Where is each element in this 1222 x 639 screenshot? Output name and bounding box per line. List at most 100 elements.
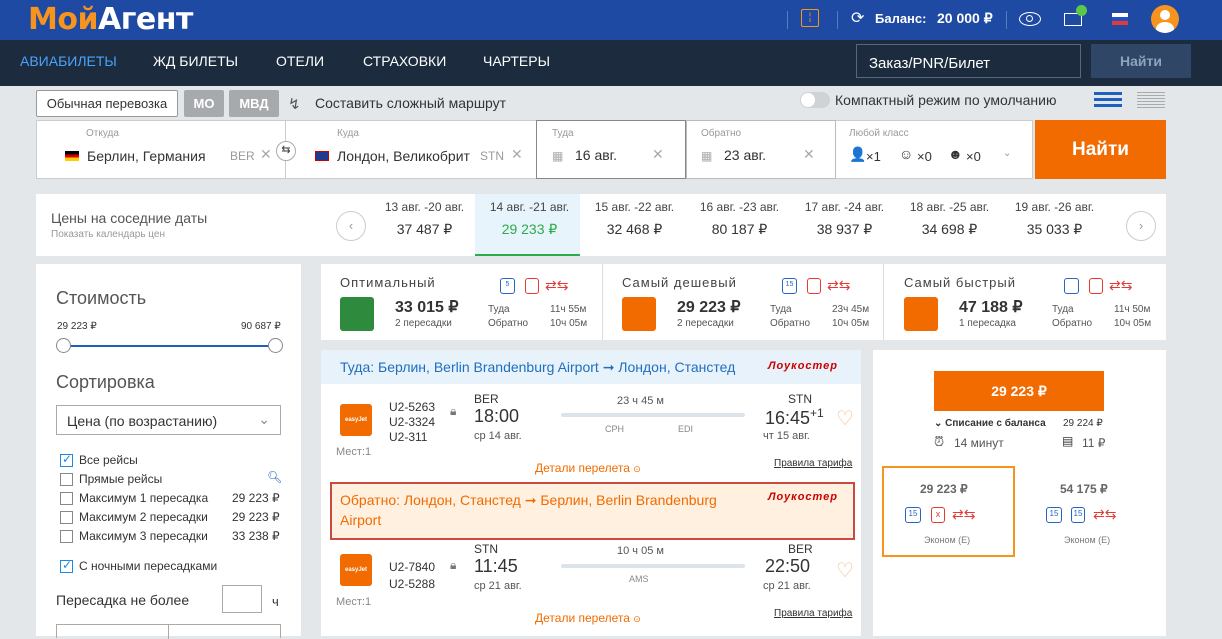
next-dates-icon[interactable]: ›	[1126, 211, 1156, 241]
mvd-button[interactable]: МВД	[229, 90, 279, 117]
adults-count[interactable]: ×1	[866, 149, 881, 164]
compact-toggle[interactable]	[800, 92, 830, 108]
refresh-icon[interactable]: ⟳	[851, 8, 864, 28]
document-icon[interactable]: ¦	[801, 9, 819, 27]
swap-icon[interactable]: ⇆	[276, 141, 296, 161]
children-count[interactable]: ×0	[917, 149, 932, 164]
stop-code: AMS	[629, 574, 649, 584]
eye-icon[interactable]	[1019, 12, 1041, 26]
fare1-class: Эконом (E)	[924, 535, 971, 545]
chevron-down-icon: ⊙	[633, 464, 641, 474]
nav-rail[interactable]: ЖД БИЛЕТЫ	[153, 53, 238, 69]
summary-label: Туда	[488, 304, 510, 315]
date-option[interactable]: 19 авг. -26 авг. 35 033 ₽	[1002, 200, 1107, 238]
outbound-rules-link[interactable]: Правила тарифа	[774, 458, 852, 469]
inbound-arr-code: BER	[788, 542, 813, 556]
order-find-button[interactable]: Найти	[1091, 44, 1191, 78]
night-checkbox[interactable]	[60, 558, 73, 573]
date-option[interactable]: 15 авг. -22 авг. 32 468 ₽	[582, 200, 687, 238]
chevron-down-icon[interactable]: ⌄	[1003, 148, 1011, 159]
inbound-flight-numbers: U2-7840 U2-5288	[389, 559, 435, 593]
date-price: 34 698 ₽	[921, 221, 978, 237]
date-option[interactable]: 18 авг. -25 авг. 34 698 ₽	[897, 200, 1002, 238]
summary-price[interactable]: 33 015 ₽	[395, 297, 459, 317]
stop-code: CPH	[605, 424, 625, 434]
summary-label: Обратно	[770, 318, 811, 329]
max2-label: Максимум 2 пересадки	[79, 510, 208, 524]
flag-ru-icon[interactable]	[1112, 13, 1128, 25]
date-option[interactable]: 14 авг. -21 авг. 29 233 ₽	[477, 200, 582, 238]
luggage-icon: 15	[905, 507, 921, 523]
prev-dates-icon[interactable]: ‹	[336, 211, 366, 241]
heart-icon[interactable]: ♡	[836, 558, 854, 583]
exchange-icon: ⇄⇆	[827, 277, 851, 293]
max1-checkbox[interactable]	[60, 492, 73, 505]
max3-checkbox[interactable]	[60, 530, 73, 543]
from-clear-icon[interactable]: ✕	[260, 146, 272, 163]
return-clear-icon[interactable]: ✕	[803, 146, 815, 163]
date-option[interactable]: 16 авг. -23 авг. 80 187 ₽	[687, 200, 792, 238]
max2-price: 29 223 ₽	[232, 510, 280, 524]
cost-slider-min-handle[interactable]	[56, 338, 71, 353]
summary-title: Самый дешевый	[622, 275, 737, 290]
alarm-clock-icon: ⏰︎	[934, 434, 945, 449]
inbound-details-link[interactable]: Детали перелета ⊙	[535, 611, 641, 625]
direct-checkbox[interactable]	[60, 473, 73, 486]
airline-logo	[340, 297, 374, 331]
normal-transport-button[interactable]: Обычная перевозка	[36, 90, 178, 117]
nav-charters[interactable]: ЧАРТЕРЫ	[483, 53, 550, 69]
date-option[interactable]: 13 авг. -20 авг. 37 487 ₽	[372, 200, 477, 238]
summary-price[interactable]: 47 188 ₽	[959, 297, 1023, 317]
inbound-rules-link[interactable]: Правила тарифа	[774, 608, 852, 619]
nav-insurance[interactable]: СТРАХОВКИ	[363, 53, 446, 69]
airline-logo	[904, 297, 938, 331]
compact-view-icon[interactable]	[1137, 92, 1165, 110]
cost-slider-max-handle[interactable]	[268, 338, 283, 353]
book-price-button[interactable]: 29 223 ₽	[934, 371, 1104, 411]
search-icon[interactable]: 🔍︎	[267, 470, 282, 484]
infants-count[interactable]: ×0	[966, 149, 981, 164]
exchange-icon: ⇄⇆	[1109, 277, 1133, 293]
all-flights-checkbox[interactable]	[60, 452, 73, 467]
return-label: Обратно	[701, 128, 742, 139]
date-price: 80 187 ₽	[711, 221, 768, 237]
complex-route-link[interactable]: Составить сложный маршрут	[315, 95, 506, 111]
heart-icon[interactable]: ♡	[836, 406, 854, 431]
cost-max: 90 687 ₽	[241, 321, 281, 332]
search-button[interactable]: Найти	[1035, 120, 1166, 179]
depart-clear-icon[interactable]: ✕	[652, 146, 664, 163]
mo-button[interactable]: МО	[184, 90, 224, 117]
order-search-input[interactable]: Заказ/PNR/Билет	[856, 44, 1081, 78]
to-clear-icon[interactable]: ✕	[511, 146, 523, 163]
from-label: Откуда	[86, 128, 119, 139]
ticketing-time: 14 минут	[954, 436, 1004, 450]
summary-stops: 2 пересадки	[677, 318, 734, 329]
sort-select[interactable]: Цена (по возрастанию) ⌄	[56, 405, 281, 435]
chevron-down-icon: ⌄	[258, 411, 270, 427]
list-view-icon[interactable]	[1094, 92, 1122, 110]
to-input[interactable]: Лондон, Великобрит	[337, 148, 477, 164]
class-label: Любой класс	[849, 128, 909, 139]
transfer-hours-input[interactable]	[222, 585, 262, 613]
outbound-flight-numbers: U2-5263 U2-3324 U2-311	[389, 400, 435, 445]
exchange-icon: ⇄⇆	[952, 506, 976, 522]
price-calendar-link[interactable]: Показать календарь цен	[51, 229, 165, 240]
avatar-icon[interactable]	[1151, 5, 1179, 33]
nav-avia[interactable]: АВИАБИЛЕТЫ	[20, 53, 117, 69]
flag-gb-icon	[315, 151, 329, 161]
date-range: 14 авг. -21 авг.	[489, 200, 570, 214]
date-range: 13 авг. -20 авг.	[384, 200, 465, 214]
max2-checkbox[interactable]	[60, 511, 73, 524]
logo[interactable]: МойАгент	[28, 2, 193, 37]
from-input[interactable]: Берлин, Германия	[87, 148, 206, 164]
outbound-arr-code: STN	[788, 392, 812, 406]
cost-slider-track[interactable]	[63, 345, 275, 347]
divider	[787, 11, 788, 29]
to-code: STN	[480, 149, 504, 163]
lock-icon: 🔒︎	[450, 404, 457, 418]
outbound-details-link[interactable]: Детали перелета ⊙	[535, 461, 641, 475]
date-option[interactable]: 17 авг. -24 авг. 38 937 ₽	[792, 200, 897, 238]
nav-hotels[interactable]: ОТЕЛИ	[276, 53, 324, 69]
exchange-icon: ⇄⇆	[545, 277, 569, 293]
summary-price[interactable]: 29 223 ₽	[677, 297, 741, 317]
